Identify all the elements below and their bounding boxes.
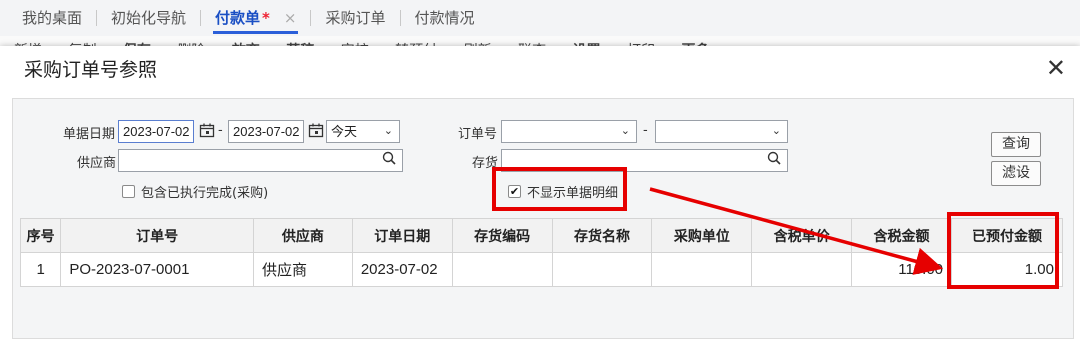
tab-payment-slip[interactable]: 付款单 * ×: [201, 0, 310, 36]
table-cell[interactable]: 2023-07-02: [351, 252, 453, 287]
column-header[interactable]: 序号: [19, 218, 62, 253]
table-cell[interactable]: PO-2023-07-0001: [60, 252, 254, 287]
tab-desktop[interactable]: 我的桌面: [8, 0, 96, 36]
checkbox-box[interactable]: ✔: [508, 185, 521, 198]
table-cell[interactable]: [651, 252, 753, 287]
order-no-label: 订单号: [458, 127, 498, 142]
reference-dialog: 采购订单号参照 ✕ 单据日期 2023-07-02 - 2023-07-02 今…: [0, 46, 1080, 339]
tab-label: 初始化导航: [111, 9, 187, 27]
table-cell[interactable]: 供应商: [253, 252, 353, 287]
close-icon[interactable]: ✕: [1046, 56, 1066, 80]
tab-purchase-order[interactable]: 采购订单: [311, 0, 399, 36]
chevron-down-icon: ⌄: [383, 125, 393, 137]
column-header[interactable]: 订单日期: [351, 218, 453, 253]
column-header[interactable]: 已预付金额: [951, 218, 1063, 253]
dialog-title: 采购订单号参照: [24, 58, 158, 81]
column-header[interactable]: 存货编码: [451, 218, 553, 253]
date-preset-select[interactable]: 今天 ⌄: [326, 120, 400, 143]
search-icon[interactable]: [382, 151, 396, 165]
date-range-dash: -: [218, 123, 223, 138]
column-header[interactable]: 供应商: [253, 218, 353, 253]
table-row[interactable]: 1 PO-2023-07-0001 供应商 2023-07-02 110.00 …: [19, 252, 1063, 287]
checkbox-box[interactable]: [122, 185, 135, 198]
column-header[interactable]: 含税金额: [851, 218, 952, 253]
calendar-icon[interactable]: [198, 123, 216, 140]
tab-init-nav[interactable]: 初始化导航: [97, 0, 200, 36]
table-cell[interactable]: [451, 252, 553, 287]
inventory-input[interactable]: [501, 149, 788, 172]
table-cell[interactable]: [751, 252, 853, 287]
tab-label: 我的桌面: [22, 9, 83, 27]
dialog-header: 采购订单号参照 ✕: [0, 46, 1080, 90]
date-from-input[interactable]: 2023-07-02: [118, 120, 194, 143]
tab-label: 采购订单: [325, 9, 386, 27]
table-cell[interactable]: 1.00: [951, 252, 1063, 287]
order-to-select[interactable]: ⌄: [655, 120, 788, 143]
table-cell[interactable]: [551, 252, 653, 287]
hide-detail-checkbox[interactable]: ✔ 不显示单据明细: [508, 182, 618, 201]
column-header[interactable]: 含税单价: [751, 218, 853, 253]
date-to-input[interactable]: 2023-07-02: [228, 120, 304, 143]
column-header[interactable]: 存货名称: [551, 218, 653, 253]
table-cell[interactable]: 1: [19, 252, 62, 287]
tab-payment-status[interactable]: 付款情况: [401, 0, 489, 36]
order-range-dash: -: [643, 123, 648, 138]
column-header[interactable]: 订单号: [60, 218, 254, 253]
supplier-input[interactable]: [118, 149, 403, 172]
tab-label: 付款单: [215, 9, 261, 27]
top-tab-bar: 我的桌面 初始化导航 付款单 * × 采购订单 付款情况: [0, 0, 1080, 36]
checkbox-label: 包含已执行完成(采购): [141, 186, 269, 201]
column-header[interactable]: 采购单位: [651, 218, 753, 253]
chevron-down-icon: ⌄: [620, 125, 630, 137]
inventory-label: 存货: [472, 156, 499, 171]
tab-close-icon[interactable]: ×: [284, 9, 297, 27]
result-table: 序号 订单号 供应商 订单日期 存货编码 存货名称 采购单位 含税单价 含税金额…: [19, 218, 1063, 287]
supplier-label: 供应商: [77, 156, 117, 171]
date-label: 单据日期: [63, 127, 116, 142]
chevron-down-icon: ⌄: [771, 125, 781, 137]
filter-settings-button[interactable]: 滤设: [991, 161, 1041, 186]
search-icon[interactable]: [767, 151, 781, 165]
order-from-select[interactable]: ⌄: [501, 120, 637, 143]
include-completed-checkbox[interactable]: 包含已执行完成(采购): [122, 182, 268, 201]
table-cell[interactable]: 110.00: [851, 252, 952, 287]
date-preset-value: 今天: [331, 124, 358, 139]
calendar-icon[interactable]: [307, 123, 325, 140]
table-header-row: 序号 订单号 供应商 订单日期 存货编码 存货名称 采购单位 含税单价 含税金额…: [19, 218, 1063, 253]
tab-label: 付款情况: [414, 9, 475, 27]
query-button[interactable]: 查询: [991, 132, 1041, 157]
checkbox-label: 不显示单据明细: [527, 186, 619, 201]
modified-indicator: *: [262, 9, 270, 27]
